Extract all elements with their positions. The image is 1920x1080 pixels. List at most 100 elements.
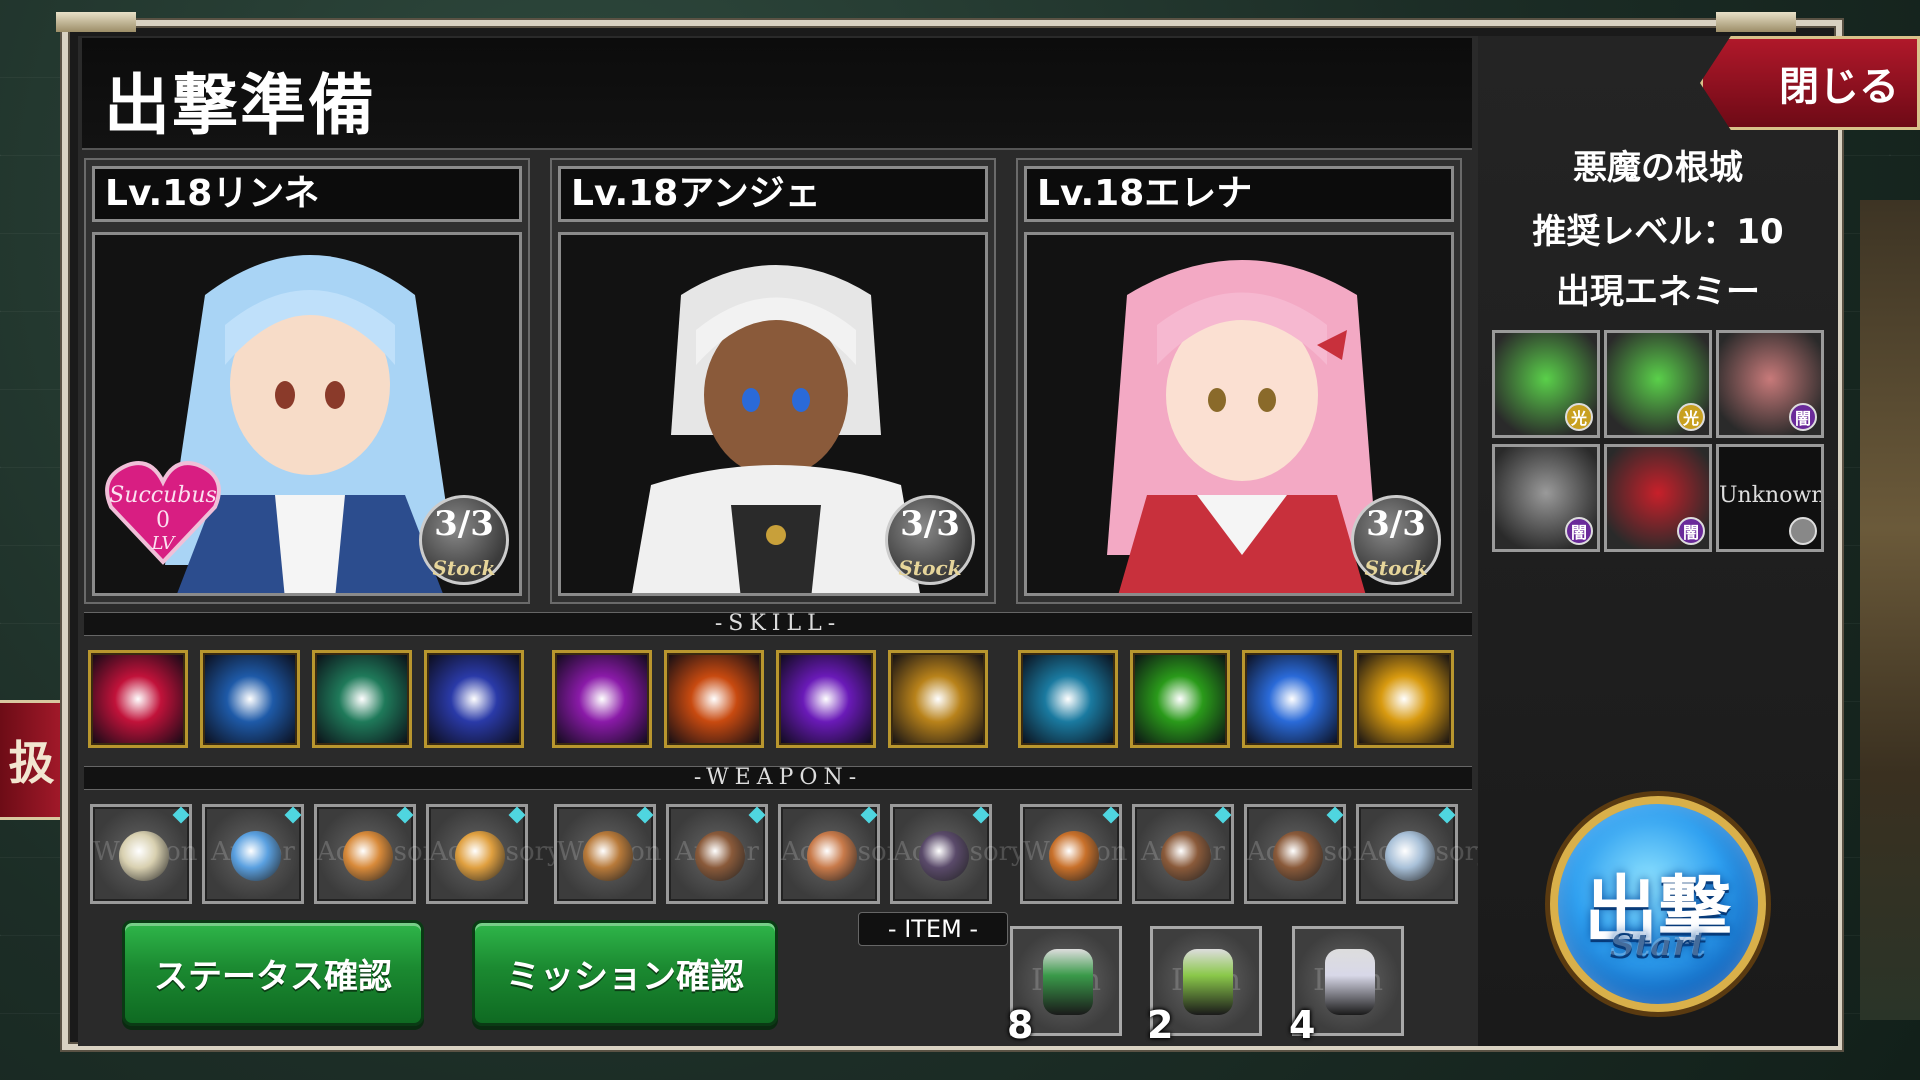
green-slime-frog-enemy-icon[interactable]: 光 [1604,330,1712,438]
enemies-heading: 出現エネミー [1556,272,1760,312]
slot-gem-icon [636,806,654,824]
ring-accessory-icon [343,831,393,881]
character-portrait: 3/3 Stock [558,232,988,596]
weapon-slot[interactable]: Armor [666,804,768,904]
close-button[interactable]: 閉じる [1700,36,1920,130]
ice-comet-skill-icon[interactable] [1242,650,1342,748]
frame-corner-ornament [1716,12,1796,32]
staff-weapon-icon [583,831,633,881]
slash-skill-icon[interactable] [88,650,188,748]
side-tab[interactable]: 扱 [0,700,66,820]
slot-gem-icon [284,806,302,824]
wind-wave-skill-icon[interactable] [200,650,300,748]
character-panel-2[interactable]: Lv.18アンジェ 3/3 Stock [550,158,996,604]
herb-item-icon [1043,949,1093,1015]
crystal-arrow-skill-icon[interactable] [312,650,412,748]
slot-gem-icon [1438,806,1456,824]
stock-count: 3/3 [434,504,494,544]
slot-gem-icon [860,806,878,824]
stock-count: 3/3 [1366,504,1426,544]
weapon-slot[interactable]: Weapon [1020,804,1128,904]
succubus-badge-title: Succubus [109,483,217,508]
necklace-accessory-icon [1273,831,1323,881]
potion-jar-item-icon [1183,949,1233,1015]
item-count: 8 [1007,1003,1034,1047]
holy-book-skill-icon[interactable] [888,650,988,748]
green-wind-skill-icon[interactable] [1130,650,1230,748]
slot-gem-icon [748,806,766,824]
stock-badge: 3/3 Stock [1351,495,1441,585]
weapon-section-label: -WEAPON- [84,766,1472,790]
water-dance-skill-icon[interactable] [1018,650,1118,748]
magic-circle-skill-icon[interactable] [552,650,652,748]
flask-item-icon [1325,949,1375,1015]
element-badge [1789,517,1817,545]
weapon-slot[interactable]: Weapon [554,804,662,904]
weapon-slot[interactable]: Accessory [1356,804,1492,904]
element-badge: 光 [1677,403,1705,431]
item-count: 4 [1289,1003,1316,1047]
map-terrain-edge [1860,200,1920,1020]
weapon-slot[interactable]: Accessory [1244,804,1380,904]
weapon-slot[interactable]: Armor [1132,804,1234,904]
unknown-enemy-icon[interactable]: Unknown [1716,444,1824,552]
item-slot[interactable]: Item2 [1147,926,1262,1047]
weapon-slot[interactable]: Weapon [90,804,198,904]
character-portrait: Succubus 0 LV 3/3 Stock [92,232,522,596]
weapon-slot[interactable]: Accessory [890,804,1026,904]
side-tab-label: 扱 [8,736,55,790]
ring-accessory-icon [1385,831,1435,881]
demon-girl-enemy-icon[interactable]: 闇 [1716,330,1824,438]
sortie-button[interactable]: 出撃 Start [1550,796,1766,1012]
sword-weapon-icon [119,831,169,881]
fire-skill-icon[interactable] [664,650,764,748]
element-badge: 闇 [1677,517,1705,545]
slot-gem-icon [1326,806,1344,824]
status-check-button[interactable]: ステータス確認 [122,920,424,1026]
skeleton-knight-enemy-icon[interactable]: 闇 [1492,444,1600,552]
character-name: Lv.18リンネ [92,166,522,222]
staff-weapon-icon [1049,831,1099,881]
green-slime-frog-enemy-icon[interactable]: 光 [1492,330,1600,438]
armor-icon [695,831,745,881]
stock-label: Stock [898,556,962,580]
character-name: Lv.18アンジェ [558,166,988,222]
slot-gem-icon [172,806,190,824]
character-portrait: 3/3 Stock [1024,232,1454,596]
character-panel-3[interactable]: Lv.18エレナ 3/3 Stock [1016,158,1462,604]
slot-gem-icon [972,806,990,824]
character-panel-1[interactable]: Lv.18リンネ Succubus 0 LV 3/3 Stock [84,158,530,604]
stage-name: 悪魔の根城 [1573,148,1743,188]
succubus-badge-lv: LV [151,533,177,554]
weapon-slot[interactable]: Accessory [314,804,450,904]
stock-label: Stock [432,556,496,580]
red-demon-enemy-icon[interactable]: 闇 [1604,444,1712,552]
sortie-sublabel: Start [1610,924,1706,964]
armor-icon [1161,831,1211,881]
aura-burst-skill-icon[interactable] [424,650,524,748]
skill-section-label: -SKILL- [84,612,1472,636]
stock-badge: 3/3 Stock [885,495,975,585]
item-count: 2 [1147,1003,1174,1047]
succubus-badge-level: 0 [156,508,170,533]
slot-gem-icon [1214,806,1232,824]
succubus-heart-badge: Succubus 0 LV [105,461,221,565]
element-badge: 闇 [1789,403,1817,431]
frame-corner-ornament [56,12,136,32]
item-slot[interactable]: Item8 [1007,926,1122,1047]
close-button-label: 閉じる [1779,64,1899,110]
jacket-armor-icon [231,831,281,881]
light-burst-skill-icon[interactable] [1354,650,1454,748]
character-name: Lv.18エレナ [1024,166,1454,222]
stock-badge: 3/3 Stock [419,495,509,585]
ring-accessory-icon [455,831,505,881]
weapon-slot[interactable]: Accessory [778,804,914,904]
item-slot[interactable]: Item4 [1289,926,1404,1047]
item-section-label: - ITEM - [858,912,1008,946]
weapon-slot[interactable]: Accessory [426,804,562,904]
dark-slash-skill-icon[interactable] [776,650,876,748]
element-badge: 光 [1565,403,1593,431]
mission-check-button[interactable]: ミッション確認 [472,920,778,1026]
weapon-slot[interactable]: Armor [202,804,304,904]
recommended-level: 推奨レベル：10 [1532,212,1784,252]
